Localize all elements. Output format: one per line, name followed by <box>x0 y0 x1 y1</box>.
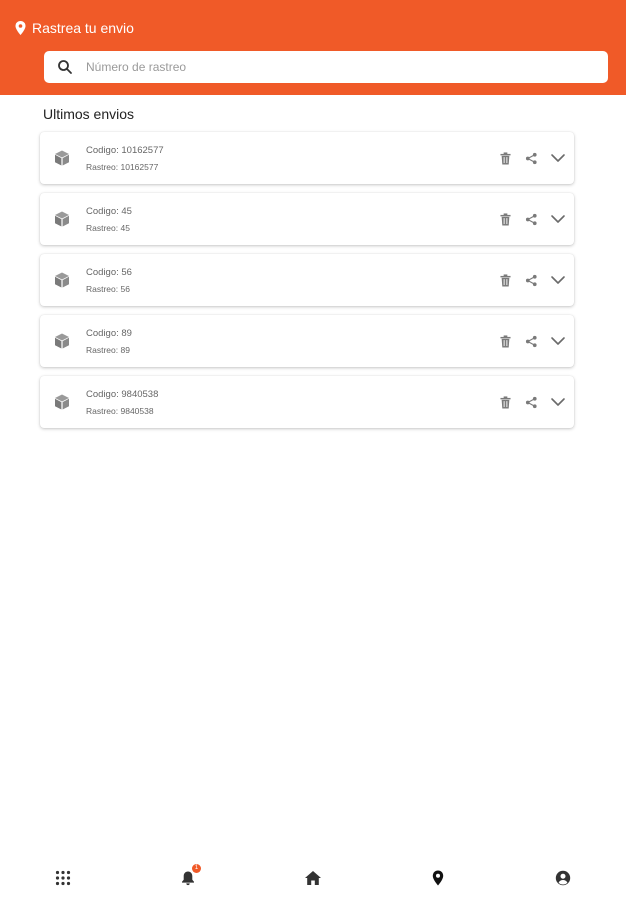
section-title: Ultimos envios <box>43 106 135 122</box>
location-pin-icon <box>15 21 26 35</box>
package-icon <box>53 149 71 167</box>
shipment-code: Codigo: 89 <box>86 327 132 339</box>
shipment-list: Codigo: 10162577 Rastreo: 10162577 Codig… <box>40 132 574 437</box>
shipment-text: Codigo: 56 Rastreo: 56 <box>86 267 132 294</box>
delete-icon[interactable] <box>498 151 512 165</box>
shipment-card[interactable]: Codigo: 9840538 Rastreo: 9840538 <box>40 376 574 428</box>
shipment-text: Codigo: 45 Rastreo: 45 <box>86 206 132 233</box>
shipment-card[interactable]: Codigo: 45 Rastreo: 45 <box>40 193 574 245</box>
share-icon[interactable] <box>524 273 538 287</box>
chevron-down-icon[interactable] <box>550 150 566 166</box>
home-icon[interactable] <box>303 868 323 888</box>
shipment-tracking: Rastreo: 89 <box>86 344 130 355</box>
chevron-down-icon[interactable] <box>550 211 566 227</box>
search-icon <box>57 59 73 75</box>
notification-badge: 1 <box>192 864 201 873</box>
shipment-card[interactable]: Codigo: 56 Rastreo: 56 <box>40 254 574 306</box>
share-icon[interactable] <box>524 212 538 226</box>
delete-icon[interactable] <box>498 334 512 348</box>
header-title-text: Rastrea tu envio <box>32 20 134 36</box>
shipment-code: Codigo: 10162577 <box>86 144 164 156</box>
shipment-actions <box>498 376 566 428</box>
shipment-text: Codigo: 10162577 Rastreo: 10162577 <box>86 145 164 172</box>
location-pin-icon[interactable] <box>428 868 448 888</box>
package-icon <box>53 332 71 350</box>
shipment-code: Codigo: 45 <box>86 205 132 217</box>
package-icon <box>53 393 71 411</box>
share-icon[interactable] <box>524 334 538 348</box>
shipment-actions <box>498 193 566 245</box>
shipment-actions <box>498 315 566 367</box>
delete-icon[interactable] <box>498 212 512 226</box>
chevron-down-icon[interactable] <box>550 333 566 349</box>
share-icon[interactable] <box>524 151 538 165</box>
chevron-down-icon[interactable] <box>550 272 566 288</box>
share-icon[interactable] <box>524 395 538 409</box>
notifications-bell-icon[interactable]: 1 <box>178 864 201 888</box>
delete-icon[interactable] <box>498 273 512 287</box>
shipment-text: Codigo: 89 Rastreo: 89 <box>86 328 132 355</box>
shipment-tracking: Rastreo: 56 <box>86 283 130 294</box>
account-icon[interactable] <box>553 868 573 888</box>
app-header: Rastrea tu envio <box>0 0 626 95</box>
shipment-tracking: Rastreo: 9840538 <box>86 405 154 416</box>
shipment-card[interactable]: Codigo: 89 Rastreo: 89 <box>40 315 574 367</box>
chevron-down-icon[interactable] <box>550 394 566 410</box>
search-bar[interactable] <box>44 51 608 83</box>
shipment-actions <box>498 132 566 184</box>
tracking-number-input[interactable] <box>86 60 566 74</box>
header-title: Rastrea tu envio <box>15 19 134 37</box>
bottom-navigation: 1 <box>0 860 626 900</box>
shipment-code: Codigo: 9840538 <box>86 388 159 400</box>
shipment-tracking: Rastreo: 45 <box>86 222 130 233</box>
delete-icon[interactable] <box>498 395 512 409</box>
package-icon <box>53 210 71 228</box>
shipment-actions <box>498 254 566 306</box>
apps-grid-icon[interactable] <box>53 868 73 888</box>
shipment-text: Codigo: 9840538 Rastreo: 9840538 <box>86 389 158 416</box>
package-icon <box>53 271 71 289</box>
shipment-card[interactable]: Codigo: 10162577 Rastreo: 10162577 <box>40 132 574 184</box>
shipment-code: Codigo: 56 <box>86 266 132 278</box>
shipment-tracking: Rastreo: 10162577 <box>86 161 159 172</box>
